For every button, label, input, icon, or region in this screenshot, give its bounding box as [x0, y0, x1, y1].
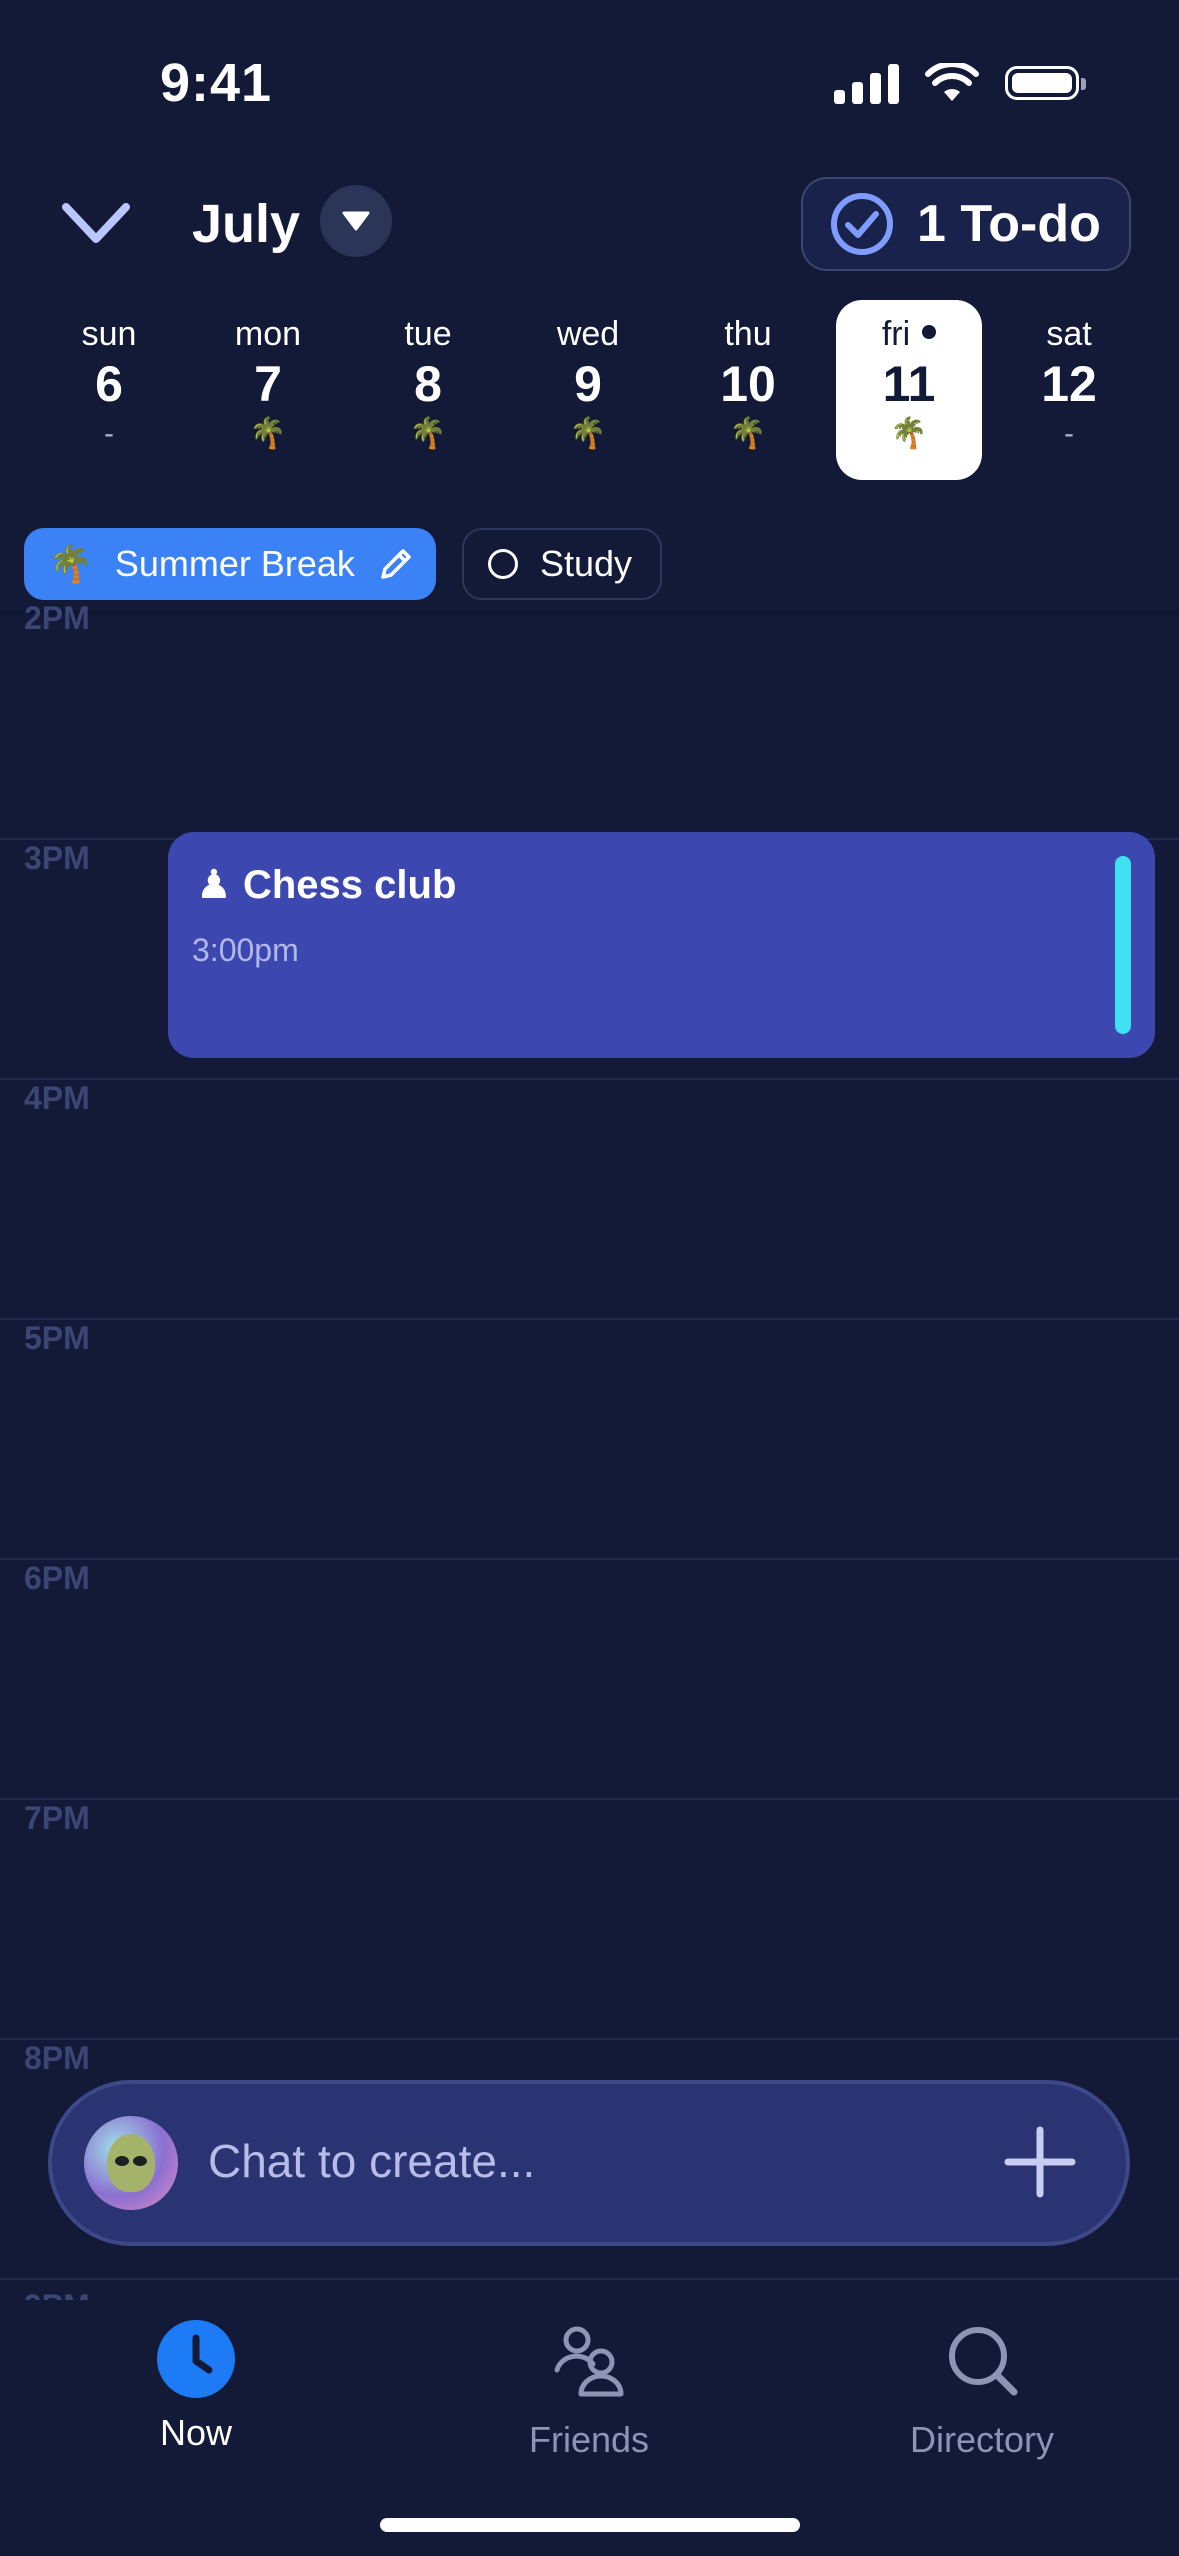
event-title: ♟ Chess club [196, 862, 456, 908]
wifi-icon [925, 63, 979, 101]
hour-row: 2PM [0, 600, 1179, 840]
day-number: 12 [1041, 356, 1097, 412]
hour-label: 7PM [24, 1800, 90, 1836]
day-sun[interactable]: sun 6 - [36, 300, 182, 480]
day-name: fri [836, 314, 982, 354]
day-number: 9 [574, 356, 602, 412]
hour-row: 7PM [0, 1800, 1179, 2040]
palm-tree-icon: 🌴 [48, 543, 93, 584]
calendar-chips: 🌴 Summer Break Study [24, 528, 662, 600]
day-name: sat [1046, 315, 1092, 353]
day-fri-selected[interactable]: fri 11 🌴 [836, 300, 982, 480]
calendar-header: July 1 To-do [0, 175, 1179, 285]
chat-placeholder[interactable]: Chat to create... [208, 2134, 535, 2188]
alien-avatar-icon[interactable] [84, 2116, 178, 2210]
event-accent-bar [1115, 856, 1131, 1034]
day-name: mon [234, 315, 302, 353]
hour-label: 2PM [24, 600, 90, 636]
day-number: 10 [720, 356, 776, 412]
chip-label: Study [540, 543, 633, 584]
battery-icon [1005, 66, 1086, 100]
event-card-chess-club[interactable]: ♟ Chess club 3:00pm [168, 832, 1155, 1058]
day-name: sun [81, 315, 137, 353]
palm-tree-icon: 🌴 [569, 417, 607, 450]
day-number: 6 [95, 356, 123, 412]
hour-label: 3PM [24, 840, 90, 876]
nav-label: Now [159, 2412, 233, 2453]
day-name: thu [724, 315, 772, 353]
nav-directory[interactable]: Directory [832, 2320, 1132, 2461]
month-dropdown-button[interactable] [320, 185, 392, 257]
hour-row: 4PM [0, 1080, 1179, 1320]
study-chip[interactable]: Study [462, 528, 662, 600]
palm-tree-icon: 🌴 [409, 417, 447, 450]
week-strip: sun 6 - mon 7 🌴 tue 8 🌴 wed 9 🌴 thu 10 🌴… [0, 300, 1179, 480]
chat-input-bar[interactable]: Chat to create... [48, 2080, 1130, 2246]
day-number: 11 [882, 356, 936, 412]
palm-tree-icon: 🌴 [729, 417, 767, 450]
day-number: 8 [414, 356, 442, 412]
status-icons [834, 62, 1086, 104]
day-name: wed [556, 315, 620, 353]
todo-button[interactable]: 1 To-do [801, 177, 1131, 271]
cellular-signal-icon [834, 62, 899, 104]
palm-tree-icon: 🌴 [249, 417, 287, 450]
hour-label: 4PM [24, 1080, 90, 1116]
nav-label: Directory [909, 2419, 1055, 2460]
search-icon [949, 2327, 1018, 2396]
friends-icon [554, 2326, 624, 2397]
day-number: 7 [254, 356, 282, 412]
circle-icon [488, 549, 518, 579]
hour-label: 6PM [24, 1560, 90, 1596]
event-time: 3:00pm [192, 932, 299, 968]
hour-row: 5PM [0, 1320, 1179, 1560]
status-bar: 9:41 [0, 0, 1179, 170]
nav-friends[interactable]: Friends [439, 2320, 739, 2461]
chip-label: Summer Break [114, 543, 355, 584]
pencil-icon[interactable] [377, 545, 415, 583]
nav-label: Friends [528, 2419, 650, 2460]
plus-icon[interactable] [1000, 2122, 1080, 2202]
home-indicator[interactable] [380, 2518, 800, 2532]
hour-label: 5PM [24, 1320, 90, 1356]
day-sat[interactable]: sat 12 - [996, 300, 1142, 480]
day-marker: - [1064, 417, 1074, 450]
nav-now[interactable]: Now [46, 2320, 346, 2454]
day-tue[interactable]: tue 8 🌴 [355, 300, 501, 480]
clock-icon [157, 2320, 235, 2398]
month-title[interactable]: July [192, 193, 300, 255]
check-circle-icon [831, 193, 893, 255]
palm-tree-icon: 🌴 [890, 417, 928, 450]
status-time: 9:41 [160, 53, 273, 113]
day-name: tue [404, 315, 452, 353]
chevron-down-icon[interactable] [56, 195, 136, 255]
day-marker: - [104, 417, 114, 450]
day-mon[interactable]: mon 7 🌴 [195, 300, 341, 480]
day-name-text: fri [881, 315, 911, 353]
day-wed[interactable]: wed 9 🌴 [515, 300, 661, 480]
summer-break-chip[interactable]: 🌴 Summer Break [24, 528, 436, 600]
day-thu[interactable]: thu 10 🌴 [675, 300, 821, 480]
hour-row: 6PM [0, 1560, 1179, 1800]
todo-label: 1 To-do [917, 195, 1101, 253]
event-title-text: Chess club [242, 863, 457, 907]
hour-label: 8PM [24, 2040, 90, 2076]
chess-pawn-icon: ♟ [196, 863, 232, 907]
today-dot [922, 325, 937, 340]
caret-down-icon [342, 211, 370, 231]
